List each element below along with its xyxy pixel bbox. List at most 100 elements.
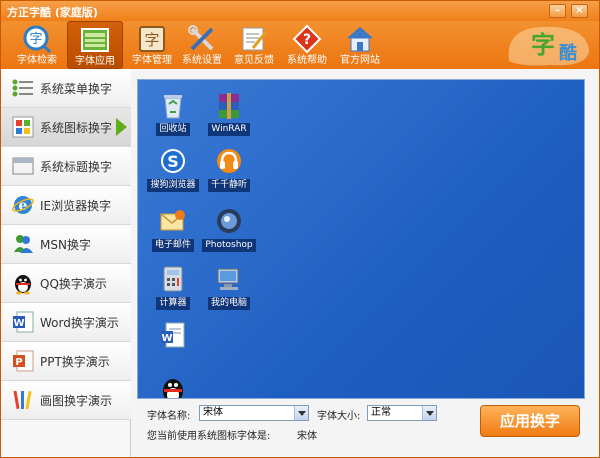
app-logo-icon: 字 酷 xyxy=(508,26,589,66)
svg-text:酷: 酷 xyxy=(559,42,577,64)
desktop-icon-winrar[interactable]: WinRAR xyxy=(194,90,264,136)
desktop-icon-label: 电子邮件 xyxy=(151,239,194,252)
font-name-label: 字体名称: xyxy=(147,411,191,422)
sidebar-item-title-bar[interactable]: 系统标题换字 xyxy=(1,147,131,186)
toolbar-font-manage[interactable]: 字 字体管理 xyxy=(124,21,180,69)
sidebar-item-qq[interactable]: QQ换字演示 xyxy=(1,264,131,303)
title-bar-icon xyxy=(12,157,34,175)
toolbar-help[interactable]: ? 系统帮助 xyxy=(279,21,335,69)
font-size-select[interactable]: 正常 xyxy=(367,405,437,421)
window-title: 方正字酷 (家庭版) xyxy=(7,6,98,19)
word-doc-icon: W xyxy=(161,322,185,348)
sidebar-item-label: PPT换字演示 xyxy=(40,355,110,369)
title-bar: 方正字酷 (家庭版) – × xyxy=(1,1,599,21)
current-font-label: 您当前使用系统图标字体是: xyxy=(147,431,271,442)
svg-text:?: ? xyxy=(303,32,311,48)
sidebar-item-label: 系统标题换字 xyxy=(40,160,113,174)
toolbar-website[interactable]: 官方网站 xyxy=(332,21,388,69)
toolbar-label: 系统设置 xyxy=(182,55,222,66)
toolbar-label: 字体检索 xyxy=(17,55,57,66)
help-icon: ? xyxy=(292,24,322,54)
toolbar-label: 官方网站 xyxy=(340,55,380,66)
toolbar-label: 字体应用 xyxy=(75,56,115,67)
sidebar-item-label: 系统菜单换字 xyxy=(40,82,113,96)
sidebar-item-label: MSN换字 xyxy=(40,238,91,252)
chevron-down-icon[interactable] xyxy=(422,406,436,420)
font-settings-bar: 字体名称: 宋体 字体大小: 正常 您当前使用系统图标字体是: 宋体 应用换字 xyxy=(137,403,585,453)
sidebar: 系统菜单换字 系统图标换字 系统标题换字 e IE浏览器换字 MSN换字 QQ换… xyxy=(1,69,131,457)
svg-text:字: 字 xyxy=(144,31,159,49)
chevron-down-icon[interactable] xyxy=(294,406,308,420)
qq-icon xyxy=(15,275,31,295)
sidebar-item-ppt[interactable]: P PPT换字演示 xyxy=(1,342,131,381)
recycle-bin-icon xyxy=(164,95,182,119)
svg-text:W: W xyxy=(13,318,24,329)
font-search-icon: 字 xyxy=(23,25,52,54)
apply-font-button[interactable]: 应用换字 xyxy=(480,405,580,437)
desktop-icon-word-doc[interactable]: W xyxy=(138,320,208,350)
sidebar-item-label: Word换字演示 xyxy=(40,316,119,330)
close-button[interactable]: × xyxy=(571,4,588,18)
qq-penguin-icon xyxy=(163,379,183,398)
toolbar-settings[interactable]: 系统设置 xyxy=(174,21,230,69)
desktop-icon-label: 回收站 xyxy=(156,123,190,136)
sidebar-item-ie[interactable]: e IE浏览器换字 xyxy=(1,186,131,225)
ttplayer-icon xyxy=(217,149,241,173)
desktop-icon-my-computer[interactable]: 我的电脑 xyxy=(194,264,264,310)
sidebar-item-system-icons[interactable]: 系统图标换字 xyxy=(1,108,131,147)
minimize-button[interactable]: – xyxy=(549,4,566,18)
home-icon xyxy=(347,27,373,52)
email-icon xyxy=(160,210,185,231)
desktop-icon-label: 搜狗浏览器 xyxy=(147,179,199,192)
svg-text:W: W xyxy=(161,333,172,344)
desktop-icon-label: Photoshop xyxy=(202,239,256,252)
font-name-select[interactable]: 宋体 xyxy=(199,405,309,421)
desktop-icon-photoshop[interactable]: Photoshop xyxy=(194,206,264,252)
photoshop-icon xyxy=(217,209,241,233)
main-panel: 回收站 WinRAR S 搜狗浏览器 千千静听 电子邮件 Photoshop 计… xyxy=(131,69,599,457)
desktop-preview: 回收站 WinRAR S 搜狗浏览器 千千静听 电子邮件 Photoshop 计… xyxy=(137,79,585,399)
toolbar-label: 意见反馈 xyxy=(234,55,274,66)
toolbar-font-search[interactable]: 字 字体检索 xyxy=(9,21,65,69)
app-window: 方正字酷 (家庭版) – × 字 字体检索 字体应用 字 字体管理 系统设置 意… xyxy=(0,0,600,458)
my-computer-icon xyxy=(217,268,239,290)
msn-icon xyxy=(14,235,33,253)
svg-text:字: 字 xyxy=(29,32,42,47)
tools-icon xyxy=(188,25,214,51)
font-apply-icon xyxy=(81,28,109,52)
desktop-icon-label: WinRAR xyxy=(208,123,250,136)
sidebar-item-label: 画图换字演示 xyxy=(40,394,113,408)
sidebar-item-label: QQ换字演示 xyxy=(40,277,107,291)
feedback-icon xyxy=(242,27,268,51)
sidebar-item-paint[interactable]: 画图换字演示 xyxy=(1,381,131,420)
sidebar-item-word[interactable]: W Word换字演示 xyxy=(1,303,131,342)
font-size-value: 正常 xyxy=(371,407,391,418)
ppt-icon: P xyxy=(13,350,34,372)
desktop-icon-ttplayer[interactable]: 千千静听 xyxy=(194,146,264,192)
menu-icon xyxy=(12,79,33,97)
desktop-icon-qq[interactable] xyxy=(138,374,208,398)
font-name-value: 宋体 xyxy=(203,407,223,418)
sidebar-item-msn[interactable]: MSN换字 xyxy=(1,225,131,264)
toolbar-font-apply[interactable]: 字体应用 xyxy=(67,21,123,69)
toolbar-label: 系统帮助 xyxy=(287,55,327,66)
font-manage-icon: 字 xyxy=(139,26,165,52)
windows-icon xyxy=(12,116,34,138)
sogou-browser-icon: S xyxy=(161,149,185,173)
toolbar-feedback[interactable]: 意见反馈 xyxy=(226,21,282,69)
svg-text:P: P xyxy=(15,357,22,368)
desktop-icon-label: 千千静听 xyxy=(207,179,250,192)
winrar-icon xyxy=(219,93,239,119)
sidebar-item-label: IE浏览器换字 xyxy=(40,199,112,213)
font-size-label: 字体大小: xyxy=(317,411,361,422)
svg-text:S: S xyxy=(167,152,179,171)
paint-icon xyxy=(13,390,32,410)
sidebar-item-menu[interactable]: 系统菜单换字 xyxy=(1,69,131,108)
calculator-icon xyxy=(163,266,183,292)
sidebar-item-label: 系统图标换字 xyxy=(40,121,113,135)
toolbar-label: 字体管理 xyxy=(132,55,172,66)
desktop-icon-label: 计算器 xyxy=(156,297,190,310)
svg-text:字: 字 xyxy=(531,30,555,59)
active-arrow-icon xyxy=(116,118,127,136)
current-font-value: 宋体 xyxy=(297,431,317,442)
